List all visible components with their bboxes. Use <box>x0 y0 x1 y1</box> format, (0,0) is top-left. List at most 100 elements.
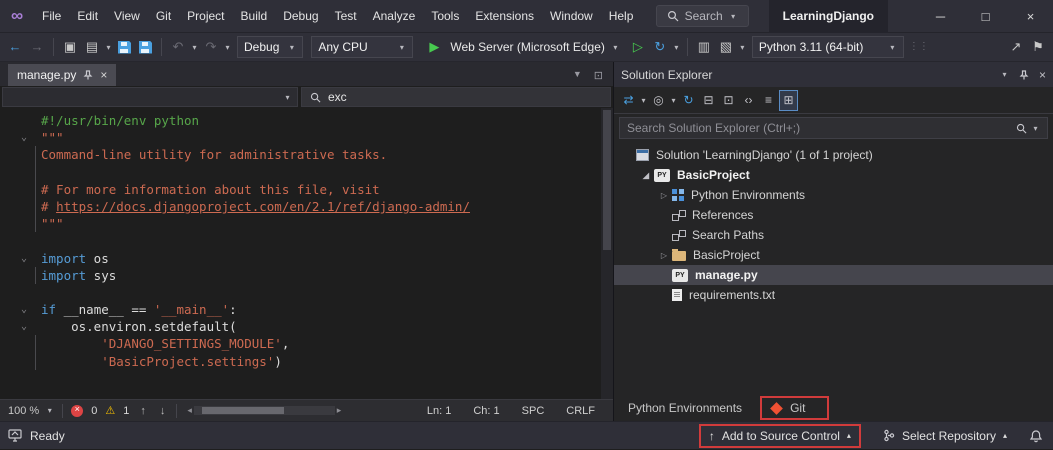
chevron-down-icon[interactable]: ▾ <box>104 43 113 52</box>
new-project-button[interactable]: ▣ <box>60 36 80 58</box>
tree-item-python-environments[interactable]: ▷Python Environments <box>614 185 1053 205</box>
menu-item-debug[interactable]: Debug <box>275 0 326 32</box>
refresh-button[interactable]: ↻ <box>650 36 670 58</box>
browser-link-button[interactable]: ▥ <box>694 36 714 58</box>
close-tab-icon[interactable]: × <box>100 68 107 82</box>
menu-item-git[interactable]: Git <box>148 0 179 32</box>
add-new-file-button[interactable]: ▤ <box>82 36 102 58</box>
scrollbar-thumb[interactable] <box>603 110 611 250</box>
chevron-down-icon[interactable]: ▾ <box>639 96 648 105</box>
scroll-right-icon[interactable]: ▸ <box>335 405 344 416</box>
navigate-back-button[interactable]: ← <box>5 36 25 58</box>
chevron-down-icon[interactable]: ▾ <box>1031 124 1040 133</box>
code-editor[interactable]: #!/usr/bin/env python⌄"""Command-line ut… <box>0 108 613 399</box>
window-position-icon[interactable]: ▾ <box>1000 70 1009 79</box>
refresh-icon[interactable]: ↻ <box>679 90 698 111</box>
save-button[interactable] <box>118 41 131 54</box>
filter-icon[interactable]: ◎ <box>649 90 668 111</box>
start-debugging-button[interactable]: ▶ Web Server (Microsoft Edge) ▾ <box>418 36 626 58</box>
tree-item-manage-py[interactable]: PYmanage.py <box>614 265 1053 285</box>
menu-item-help[interactable]: Help <box>601 0 642 32</box>
editor-horizontal-scrollbar[interactable]: ◂ ▸ <box>185 405 343 416</box>
scrollbar-track[interactable] <box>194 406 335 415</box>
properties-icon[interactable]: ⊡ <box>719 90 738 111</box>
solution-explorer-search[interactable]: Search Solution Explorer (Ctrl+;) ▾ <box>619 117 1048 139</box>
maximize-button[interactable]: □ <box>963 0 1008 33</box>
fold-open-icon[interactable]: ⌄ <box>14 129 34 146</box>
warning-icon[interactable]: ⚠ <box>105 404 115 417</box>
python-environment-dropdown[interactable]: Python 3.11 (64-bit) ▾ <box>752 36 904 58</box>
search-icon[interactable] <box>1016 123 1027 134</box>
previous-issue-button[interactable]: ↑ <box>137 405 149 417</box>
menu-item-analyze[interactable]: Analyze <box>365 0 424 32</box>
solution-explorer-header[interactable]: Solution Explorer ▾ × <box>614 62 1053 87</box>
titlebar-search[interactable]: Search ▾ <box>656 5 749 27</box>
tool-tab-git[interactable]: Git <box>760 396 829 420</box>
pin-icon[interactable] <box>1019 70 1029 80</box>
menu-item-build[interactable]: Build <box>233 0 276 32</box>
redo-button[interactable]: ↷ <box>201 36 221 58</box>
sync-with-active-document-icon[interactable]: ⇄ <box>619 90 638 111</box>
expander-collapsed-icon[interactable]: ▷ <box>656 251 672 260</box>
fold-open-icon[interactable]: ⌄ <box>14 250 34 267</box>
menu-item-test[interactable]: Test <box>327 0 365 32</box>
float-window-icon[interactable]: ⊡ <box>594 69 603 82</box>
collapse-all-icon[interactable]: ⊟ <box>699 90 718 111</box>
error-icon[interactable] <box>71 405 83 417</box>
notifications-bell-icon[interactable] <box>1029 429 1043 443</box>
share-button[interactable]: ↗ <box>1006 36 1026 58</box>
save-all-button[interactable] <box>139 41 152 54</box>
menu-item-file[interactable]: File <box>34 0 69 32</box>
fold-open-icon[interactable]: ⌄ <box>14 318 34 335</box>
chevron-down-icon[interactable]: ▾ <box>223 43 232 52</box>
chevron-down-icon[interactable]: ▾ <box>669 96 678 105</box>
list-view-icon[interactable]: ≡ <box>759 90 778 111</box>
chevron-down-icon[interactable]: ▾ <box>672 43 681 52</box>
document-dropdown-icon[interactable]: ▼ <box>573 69 582 82</box>
debug-configuration-dropdown[interactable]: Debug ▾ <box>237 36 303 58</box>
editor-vertical-scrollbar[interactable] <box>601 108 613 399</box>
close-panel-icon[interactable]: × <box>1039 68 1046 82</box>
show-all-files-icon[interactable]: ⊞ <box>779 90 798 111</box>
tree-item-basicproject[interactable]: ◢PYBasicProject <box>614 165 1053 185</box>
scrollbar-thumb[interactable] <box>202 407 284 414</box>
toolbar-overflow-button[interactable]: ⋮⋮ <box>909 36 929 58</box>
menu-item-view[interactable]: View <box>106 0 148 32</box>
menu-item-window[interactable]: Window <box>542 0 601 32</box>
select-repository-button[interactable]: Select Repository ▴ <box>875 424 1015 448</box>
tree-item-requirements-txt[interactable]: requirements.txt <box>614 285 1053 305</box>
tab-manage-py[interactable]: manage.py × <box>8 64 116 86</box>
fold-open-icon[interactable]: ⌄ <box>14 301 34 318</box>
undo-button[interactable]: ↶ <box>168 36 188 58</box>
pin-icon[interactable] <box>83 70 93 80</box>
platform-dropdown[interactable]: Any CPU ▾ <box>311 36 413 58</box>
menu-item-extensions[interactable]: Extensions <box>467 0 542 32</box>
tree-item-basicproject[interactable]: ▷BasicProject <box>614 245 1053 265</box>
next-issue-button[interactable]: ↓ <box>157 405 169 417</box>
start-without-debugging-button[interactable]: ▷ <box>628 36 648 58</box>
find-box[interactable]: exc <box>301 87 611 107</box>
add-to-source-control-button[interactable]: ↑ Add to Source Control ▴ <box>699 424 861 448</box>
background-tasks-icon[interactable] <box>8 429 22 442</box>
expander-expanded-icon[interactable]: ◢ <box>638 171 654 180</box>
menu-item-tools[interactable]: Tools <box>423 0 467 32</box>
menu-item-edit[interactable]: Edit <box>69 0 106 32</box>
menu-item-project[interactable]: Project <box>179 0 232 32</box>
navigate-forward-button[interactable]: → <box>27 36 47 58</box>
tree-item-references[interactable]: References <box>614 205 1053 225</box>
tool-tab-python-environments[interactable]: Python Environments <box>618 396 752 420</box>
close-button[interactable]: × <box>1008 0 1053 33</box>
scroll-left-icon[interactable]: ◂ <box>185 405 194 416</box>
image-button[interactable]: ▧ <box>716 36 736 58</box>
chevron-down-icon[interactable]: ▾ <box>738 43 747 52</box>
chevron-down-icon[interactable]: ▾ <box>190 43 199 52</box>
tree-item-search-paths[interactable]: Search Paths <box>614 225 1053 245</box>
minimize-button[interactable]: ─ <box>918 0 963 33</box>
feedback-button[interactable]: ⚑ <box>1028 36 1048 58</box>
code-line-text <box>34 232 41 249</box>
tree-item-solution-learningdjango-1-of-1-project[interactable]: Solution 'LearningDjango' (1 of 1 projec… <box>614 145 1053 165</box>
view-code-icon[interactable]: ‹› <box>739 90 758 111</box>
expander-collapsed-icon[interactable]: ▷ <box>656 191 672 200</box>
nav-scope-dropdown[interactable]: ▾ <box>2 87 298 107</box>
zoom-dropdown[interactable]: 100 % ▾ <box>8 405 54 417</box>
